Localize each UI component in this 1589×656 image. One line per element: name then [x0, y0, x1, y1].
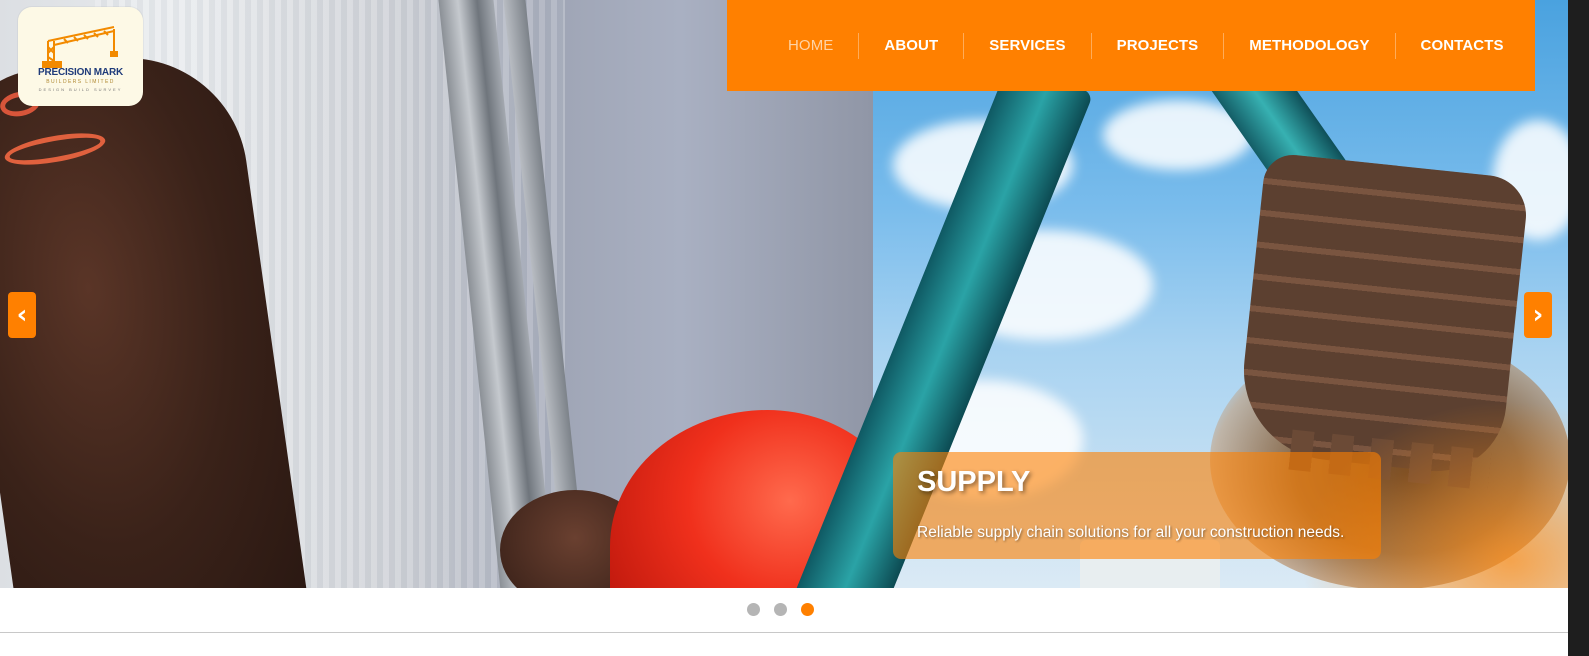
slider-dot-1[interactable]	[747, 603, 760, 616]
nav-link-home[interactable]: HOME	[772, 35, 858, 57]
nav-item-methodology: METHODOLOGY	[1224, 35, 1394, 57]
nav-link-contacts[interactable]: CONTACTS	[1396, 35, 1529, 57]
logo-brand-name: PRECISION MARK	[38, 67, 123, 78]
slider-dot-2[interactable]	[774, 603, 787, 616]
slider-dot-3[interactable]	[801, 603, 814, 616]
logo-tagline: DESIGN BUILD SURVEY	[38, 87, 123, 92]
logo-subtitle: BUILDERS LIMITED	[46, 79, 115, 85]
main-navigation: HOME ABOUT SERVICES PROJECTS METHODOLOGY…	[727, 0, 1535, 91]
slider-prev-button[interactable]: ‹	[8, 292, 36, 338]
nav-link-services[interactable]: SERVICES	[964, 35, 1090, 57]
nav-item-services: SERVICES	[964, 35, 1090, 57]
site-logo[interactable]: PRECISION MARK BUILDERS LIMITED DESIGN B…	[18, 7, 143, 106]
section-divider	[0, 632, 1568, 633]
chevron-right-icon: ›	[1532, 300, 1544, 330]
nav-item-contacts: CONTACTS	[1396, 35, 1529, 57]
nav-item-home: HOME	[772, 35, 858, 57]
nav-item-about: ABOUT	[859, 35, 963, 57]
crane-icon	[42, 26, 118, 68]
caption-title: SUPPLY	[917, 466, 1031, 498]
slider-next-button[interactable]: ›	[1524, 292, 1552, 338]
slider-dots	[747, 603, 814, 616]
nav-link-methodology[interactable]: METHODOLOGY	[1224, 35, 1394, 57]
window-edge	[1568, 0, 1589, 656]
nav-item-projects: PROJECTS	[1092, 35, 1224, 57]
slide-caption: SUPPLY Reliable supply chain solutions f…	[893, 452, 1381, 559]
nav-list: HOME ABOUT SERVICES PROJECTS METHODOLOGY…	[772, 33, 1529, 59]
nav-link-projects[interactable]: PROJECTS	[1092, 35, 1224, 57]
chevron-left-icon: ‹	[16, 300, 28, 330]
nav-link-about[interactable]: ABOUT	[859, 35, 963, 57]
page: SUPPLY Reliable supply chain solutions f…	[0, 0, 1568, 656]
caption-description: Reliable supply chain solutions for all …	[917, 524, 1345, 541]
